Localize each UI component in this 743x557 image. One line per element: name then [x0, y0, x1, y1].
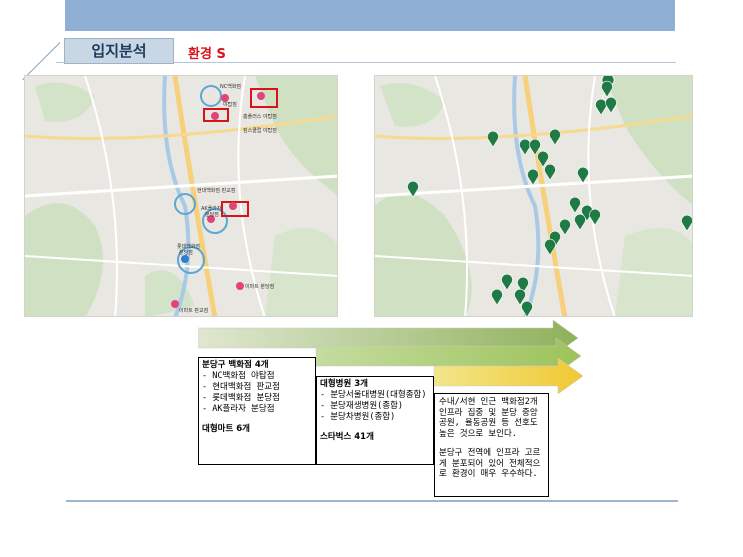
list-item: - 분당재생병원(종합) [320, 401, 404, 411]
left-map-label: 이마트 판교점 [179, 307, 208, 314]
left-map-label: 롯데백화점 [177, 243, 200, 250]
summary-text: 분당구 전역에 인프라 고르게 분포되어 있어 전체적으로 환경이 매우 우수하… [439, 448, 541, 479]
section-subtitle: 환경 S [188, 47, 226, 62]
list-item: - 분당차병원(종합) [320, 412, 396, 422]
panel-footer: 스타벅스 41개 [320, 432, 374, 442]
left-map-label: NC백화점 [220, 83, 241, 90]
list-item: - 분당서울대병원(대형종합) [320, 390, 427, 400]
left-map-label: 야탑점 [223, 101, 237, 108]
left-map: NC백화점 야탑점 AK플라자 분당점 현대백화점 판교점 롯데백화점 분당점 … [24, 75, 338, 317]
left-map-label: AK플라자 [201, 205, 222, 212]
panel-heading: 대형병원 3개 [320, 379, 368, 389]
right-map [374, 75, 693, 317]
left-map-label: 분당점 [179, 249, 193, 256]
list-item: - 롯데백화점 분당점 [202, 393, 280, 403]
top-banner [65, 0, 675, 31]
left-map-label: 킴스클럽 야탑점 [243, 127, 277, 134]
summary-panel: 수내/서현 인근 백화점2개 인프라 집중 및 분당 중앙 공원, 율동공원 등… [434, 393, 549, 497]
decorative-slash [20, 40, 60, 80]
department-store-panel: 분당구 백화점 4개 - NC백화점 야탑점 - 현대백화점 판교점 - 롯데백… [198, 357, 316, 465]
list-item: - 현대백화점 판교점 [202, 382, 280, 392]
list-item: - AK플라자 분당점 [202, 404, 275, 414]
list-item: - NC백화점 야탑점 [202, 371, 275, 381]
left-map-label: 홈플러스 야탑점 [243, 113, 277, 120]
left-map-label: 분당점 [205, 211, 219, 218]
section-tag: 입지분석 [64, 38, 174, 64]
panel-footer: 대형마트 6개 [202, 424, 250, 434]
summary-text: 수내/서현 인근 백화점2개 인프라 집중 및 분당 중앙 공원, 율동공원 등… [439, 397, 538, 439]
left-map-label: 이마트 분당점 [245, 283, 274, 290]
left-map-label: 현대백화점 판교점 [197, 187, 235, 194]
hospital-panel: 대형병원 3개 - 분당서울대병원(대형종합) - 분당재생병원(종합) - 분… [316, 376, 434, 465]
bottom-divider [66, 500, 678, 502]
panel-heading: 분당구 백화점 4개 [202, 360, 269, 370]
